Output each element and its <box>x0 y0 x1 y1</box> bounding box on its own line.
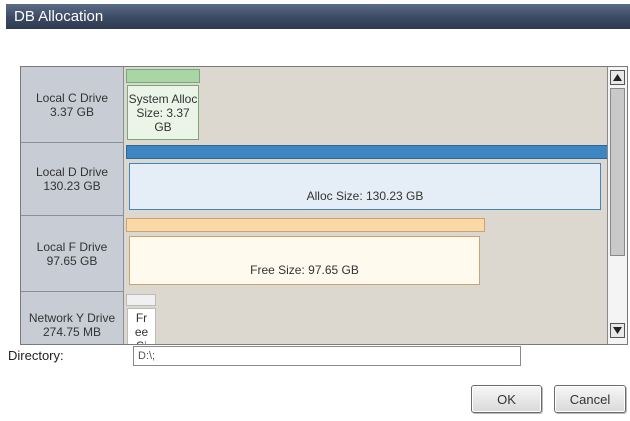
drive-label-f: Local F Drive 97.65 GB <box>21 216 124 292</box>
drive-area-f: Free Size: 97.65 GB <box>124 216 607 292</box>
allocation-box-c[interactable]: System Alloc Size: 3.37 GB <box>127 85 199 140</box>
window-title: DB Allocation <box>6 4 630 29</box>
allocation-box-d[interactable]: Alloc Size: 130.23 GB <box>129 163 601 210</box>
drive-size: 97.65 GB <box>46 253 98 268</box>
allocation-text-f: Free Size: 97.65 GB <box>250 262 359 277</box>
scroll-thumb[interactable] <box>610 88 625 256</box>
allocation-bar-c <box>126 69 200 83</box>
allocation-bar-f <box>126 218 485 232</box>
allocation-bar-y <box>126 294 156 306</box>
drive-size: 274.75 MB <box>42 325 102 339</box>
ok-button[interactable]: OK <box>471 385 542 413</box>
arrow-down-icon <box>613 327 622 334</box>
directory-input[interactable] <box>133 346 521 366</box>
drive-label-c: Local C Drive 3.37 GB <box>21 67 124 143</box>
arrow-up-icon <box>613 74 622 81</box>
drive-size: 3.37 GB <box>49 104 95 119</box>
db-allocation-dialog: DB Allocation Local C Drive 3.37 GB Syst… <box>0 0 630 421</box>
drive-size: 130.23 GB <box>43 179 101 193</box>
drive-row-c[interactable]: Local C Drive 3.37 GB System Alloc Size:… <box>21 67 607 143</box>
drive-row-f[interactable]: Local F Drive 97.65 GB Free Size: 97.65 … <box>21 216 607 292</box>
scroll-down-button[interactable] <box>610 323 625 338</box>
allocation-text-d: Alloc Size: 130.23 GB <box>306 188 424 203</box>
drive-name: Local F Drive <box>36 239 108 254</box>
drive-name: Local C Drive <box>35 90 109 105</box>
drive-area-c: System Alloc Size: 3.37 GB <box>124 67 607 143</box>
allocation-box-f[interactable]: Free Size: 97.65 GB <box>129 236 480 285</box>
drive-label-d: Local D Drive 130.23 GB <box>21 143 124 216</box>
scroll-up-button[interactable] <box>610 70 625 85</box>
drive-area-d: Alloc Size: 130.23 GB <box>124 143 608 216</box>
drive-row-y[interactable]: Network Y Drive 274.75 MB Fr ee Si <box>21 292 607 344</box>
drive-allocation-list[interactable]: Local C Drive 3.37 GB System Alloc Size:… <box>20 66 628 345</box>
allocation-bar-d <box>126 145 608 159</box>
allocation-box-y[interactable]: Fr ee Si <box>127 308 156 344</box>
drive-row-d[interactable]: Local D Drive 130.23 GB Alloc Size: 130.… <box>21 143 608 216</box>
cancel-button[interactable]: Cancel <box>554 385 626 413</box>
drive-area-y: Fr ee Si <box>124 292 607 344</box>
allocation-text-c: System Alloc Size: 3.37 GB <box>128 91 198 134</box>
drive-name: Network Y Drive <box>28 311 116 325</box>
vertical-scrollbar[interactable] <box>607 67 627 344</box>
drive-label-y: Network Y Drive 274.75 MB <box>21 292 124 344</box>
drive-name: Local D Drive <box>35 165 109 179</box>
directory-label: Directory: <box>8 348 64 363</box>
allocation-text-y: Fr ee Si <box>134 311 149 344</box>
